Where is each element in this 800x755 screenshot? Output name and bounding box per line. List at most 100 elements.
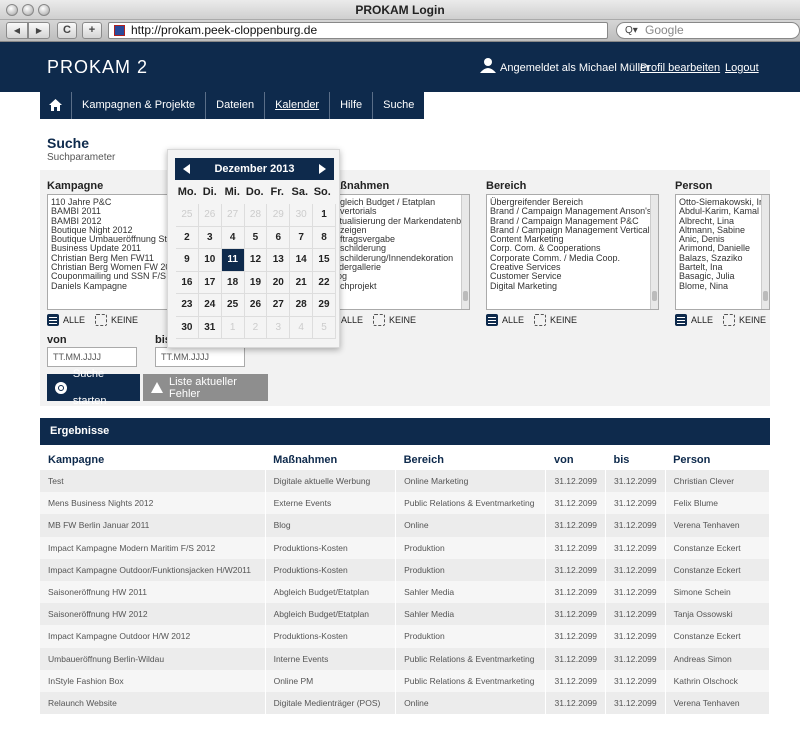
nav-kalender[interactable]: Kalender — [264, 92, 329, 119]
calendar-day-selected[interactable]: 11 — [221, 249, 245, 272]
logout-link[interactable]: Logout — [725, 62, 759, 74]
calendar-day[interactable]: 2 — [244, 316, 268, 339]
calendar-day[interactable]: 2 — [176, 226, 199, 249]
bereich-keine[interactable]: KEINE — [550, 315, 577, 325]
select-all-icon[interactable] — [486, 314, 498, 326]
calendar-day[interactable]: 25 — [221, 294, 245, 317]
nav-kampagnen[interactable]: Kampagnen & Projekte — [71, 92, 205, 119]
table-row[interactable]: Saisoneröffnung HW 2011 Abgleich Budget/E… — [40, 580, 771, 604]
nav-suche[interactable]: Suche — [372, 92, 424, 119]
list-item[interactable]: Bildergallerie — [329, 262, 466, 272]
calendar-day[interactable]: 6 — [267, 226, 291, 249]
calendar-day[interactable]: 27 — [267, 294, 291, 317]
calendar-day[interactable]: 14 — [290, 249, 314, 272]
calendar-day[interactable]: 12 — [244, 249, 268, 272]
calendar-day[interactable]: 1 — [221, 316, 245, 339]
calendar-day[interactable]: 1 — [313, 204, 336, 227]
add-bookmark-button[interactable]: + — [82, 22, 102, 39]
list-item[interactable]: Buchprojekt — [329, 281, 466, 291]
person-listbox[interactable]: Otto-Siemakowski, Iris Abdul-Karim, Kamal… — [675, 194, 770, 310]
table-row[interactable]: MB FW Berlin Januar 2011 Blog Online 31.12.… — [40, 514, 771, 537]
nav-home[interactable] — [40, 92, 71, 119]
table-row[interactable]: Impact Kampagne Modern Maritim F/S 2012 P… — [40, 536, 771, 559]
calendar-day[interactable]: 8 — [313, 226, 336, 249]
calendar-day[interactable]: 9 — [176, 249, 199, 272]
bis-date-input[interactable]: TT.MM.JJJJ — [155, 347, 245, 367]
select-none-icon[interactable] — [95, 314, 108, 326]
column-header[interactable]: bis — [606, 449, 666, 470]
calendar-day[interactable]: 10 — [198, 249, 222, 272]
table-row[interactable]: Mens Business Nights 2012 Externe Events P… — [40, 492, 771, 515]
massnahmen-keine[interactable]: KEINE — [389, 315, 416, 325]
select-all-icon[interactable] — [47, 314, 59, 326]
list-item[interactable]: Digital Marketing — [490, 281, 655, 291]
select-none-icon[interactable] — [373, 314, 386, 326]
next-month-icon[interactable] — [319, 164, 326, 174]
select-all-icon[interactable] — [675, 314, 687, 326]
table-row[interactable]: Test Digitale aktuelle Werbung Online Mark… — [40, 470, 771, 493]
calendar-day[interactable]: 20 — [267, 271, 291, 294]
calendar-day[interactable]: 5 — [313, 316, 336, 339]
massnahmen-alle[interactable]: ALLE — [341, 315, 363, 325]
table-row[interactable]: Impact Kampagne Outdoor/Funktionsjacken … — [40, 558, 771, 581]
bereich-listbox[interactable]: Übergreifender Bereich Brand / Campaign M… — [486, 194, 659, 310]
calendar-day[interactable]: 7 — [290, 226, 314, 249]
list-item[interactable]: Daniels Kampagne — [51, 281, 183, 291]
calendar-day[interactable]: 13 — [267, 249, 291, 272]
calendar-day[interactable]: 27 — [221, 204, 245, 227]
calendar-day[interactable]: 26 — [244, 294, 268, 317]
column-header[interactable]: Maßnahmen — [265, 449, 395, 470]
back-button[interactable]: ◀ — [6, 22, 28, 39]
calendar-day[interactable]: 25 — [176, 204, 199, 227]
kampagne-keine[interactable]: KEINE — [111, 315, 138, 325]
calendar-day[interactable]: 5 — [244, 226, 268, 249]
forward-button[interactable]: ▶ — [28, 22, 50, 39]
calendar-day[interactable]: 15 — [313, 249, 336, 272]
calendar-day[interactable]: 22 — [313, 271, 336, 294]
calendar-day[interactable]: 3 — [198, 226, 222, 249]
person-scrollbar[interactable] — [761, 195, 769, 309]
table-row[interactable]: Relaunch Website Digitale Medienträger (P… — [40, 691, 771, 715]
calendar-day[interactable]: 4 — [290, 316, 314, 339]
calendar-day[interactable]: 3 — [267, 316, 291, 339]
app-logo[interactable]: PROKAM 2 — [47, 57, 148, 78]
table-row[interactable]: Umbaueröffnung Berlin-Wildau Interne Even… — [40, 647, 771, 670]
search-start-button[interactable]: Suche starten — [47, 368, 140, 407]
list-item[interactable]: Blome, Nina — [679, 281, 766, 291]
nav-hilfe[interactable]: Hilfe — [329, 92, 372, 119]
calendar-day[interactable]: 16 — [176, 271, 199, 294]
massnahmen-scrollbar[interactable] — [461, 195, 469, 309]
person-alle[interactable]: ALLE — [691, 315, 713, 325]
bereich-scrollbar[interactable] — [650, 195, 658, 309]
kampagne-listbox[interactable]: 110 Jahre P&C BAMBI 2011 BAMBI 2012 Boutiqu… — [47, 194, 187, 310]
calendar-day[interactable]: 30 — [290, 204, 314, 227]
prev-month-icon[interactable] — [183, 164, 190, 174]
select-none-icon[interactable] — [534, 314, 547, 326]
kampagne-alle[interactable]: ALLE — [63, 315, 85, 325]
column-header[interactable]: von — [546, 449, 606, 470]
calendar-day[interactable]: 28 — [244, 204, 268, 227]
calendar-day[interactable]: 17 — [198, 271, 222, 294]
error-list-button[interactable]: Liste aktueller Fehler — [143, 374, 268, 401]
profile-edit-link[interactable]: Profil bearbeiten — [640, 62, 720, 74]
calendar-day[interactable]: 19 — [244, 271, 268, 294]
column-header[interactable]: Bereich — [396, 449, 546, 470]
column-header[interactable]: Person — [665, 449, 769, 470]
calendar-day[interactable]: 21 — [290, 271, 314, 294]
browser-search-field[interactable]: Q▾ Google — [616, 22, 800, 39]
table-row[interactable]: Saisoneröffnung HW 2012 Abgleich Budget/E… — [40, 603, 771, 626]
column-header[interactable]: Kampagne — [40, 449, 265, 470]
select-none-icon[interactable] — [723, 314, 736, 326]
url-bar[interactable]: http://prokam.peek-cloppenburg.de — [108, 22, 608, 39]
calendar-day[interactable]: 23 — [176, 294, 199, 317]
calendar-day[interactable]: 28 — [290, 294, 314, 317]
calendar-day[interactable]: 31 — [198, 316, 222, 339]
calendar-day[interactable]: 4 — [221, 226, 245, 249]
table-row[interactable]: Impact Kampagne Outdoor H/W 2012 Produkti… — [40, 625, 771, 648]
table-row[interactable]: InStyle Fashion Box Online PM Public Relat… — [40, 669, 771, 692]
calendar-day[interactable]: 26 — [198, 204, 222, 227]
person-keine[interactable]: KEINE — [739, 315, 766, 325]
nav-dateien[interactable]: Dateien — [205, 92, 264, 119]
calendar-day[interactable]: 18 — [221, 271, 245, 294]
reload-button[interactable]: C — [57, 22, 77, 39]
